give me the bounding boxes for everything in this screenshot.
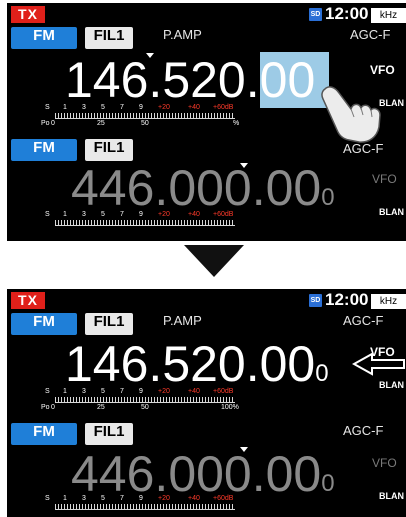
agc-label: AGC-F bbox=[350, 27, 391, 42]
sub-filter-button[interactable]: FIL1 bbox=[85, 139, 133, 161]
radio-screen-after: TX SD 12:00 kHz FM FIL1 P.AMP AGC-F 146.… bbox=[7, 289, 406, 517]
sub-agc-label: AGC-F bbox=[343, 141, 384, 156]
preamp-label: P.AMP bbox=[163, 313, 202, 328]
main-frequency[interactable]: 146.520.00 bbox=[65, 52, 330, 108]
sub-agc-label: AGC-F bbox=[343, 423, 384, 438]
tx-indicator: TX bbox=[11, 6, 45, 23]
arrow-left-icon bbox=[352, 352, 405, 376]
sd-card-icon: SD bbox=[309, 294, 322, 307]
clock: 12:00 bbox=[325, 4, 369, 23]
s-meter-sub: S 1 3 5 7 9 +20 +40 +60dB bbox=[45, 495, 245, 517]
mode-button[interactable]: FM bbox=[11, 313, 77, 335]
unit-badge: kHz bbox=[371, 294, 406, 309]
sub-blank-label: BLAN bbox=[379, 491, 404, 501]
radio-screen-before: TX SD 12:00 kHz FM FIL1 P.AMP AGC-F 146.… bbox=[7, 3, 406, 241]
sub-vfo-label: VFO bbox=[372, 456, 397, 470]
selected-digits[interactable]: 00 bbox=[259, 52, 316, 108]
unit-badge: kHz bbox=[371, 8, 406, 23]
filter-button[interactable]: FIL1 bbox=[85, 27, 133, 49]
s-meter-sub: S 1 3 5 7 9 +20 +40 +60dB bbox=[45, 211, 245, 237]
agc-label: AGC-F bbox=[343, 313, 384, 328]
s-meter-main: S 1 3 5 7 9 +20 +40 +60dB Po 0 25 50 % bbox=[41, 104, 240, 127]
sub-filter-button[interactable]: FIL1 bbox=[85, 423, 133, 445]
finger-tap-icon bbox=[321, 86, 381, 143]
filter-button[interactable]: FIL1 bbox=[85, 313, 133, 335]
sd-card-icon: SD bbox=[309, 8, 322, 21]
clock: 12:00 bbox=[325, 290, 369, 309]
main-frequency[interactable]: 146.520.000 bbox=[65, 339, 329, 389]
sub-frequency[interactable]: 446.000.000 bbox=[71, 449, 335, 499]
tx-indicator: TX bbox=[11, 292, 45, 309]
s-meter-main: S 1 3 5 7 9 +20 +40 +60dB Po 0 25 50 100… bbox=[41, 388, 239, 411]
sub-vfo-label: VFO bbox=[372, 172, 397, 186]
sub-mode-button[interactable]: FM bbox=[11, 423, 77, 445]
mode-button[interactable]: FM bbox=[11, 27, 77, 49]
arrow-down-icon bbox=[184, 245, 244, 277]
sub-blank-label: BLAN bbox=[379, 207, 404, 217]
sub-frequency[interactable]: 446.000.000 bbox=[71, 163, 335, 213]
preamp-label: P.AMP bbox=[163, 27, 202, 42]
main-frequency-digits: 146.520. bbox=[65, 52, 260, 108]
sub-mode-button[interactable]: FM bbox=[11, 139, 77, 161]
vfo-label: VFO bbox=[370, 63, 395, 77]
blank-label: BLAN bbox=[379, 380, 404, 390]
